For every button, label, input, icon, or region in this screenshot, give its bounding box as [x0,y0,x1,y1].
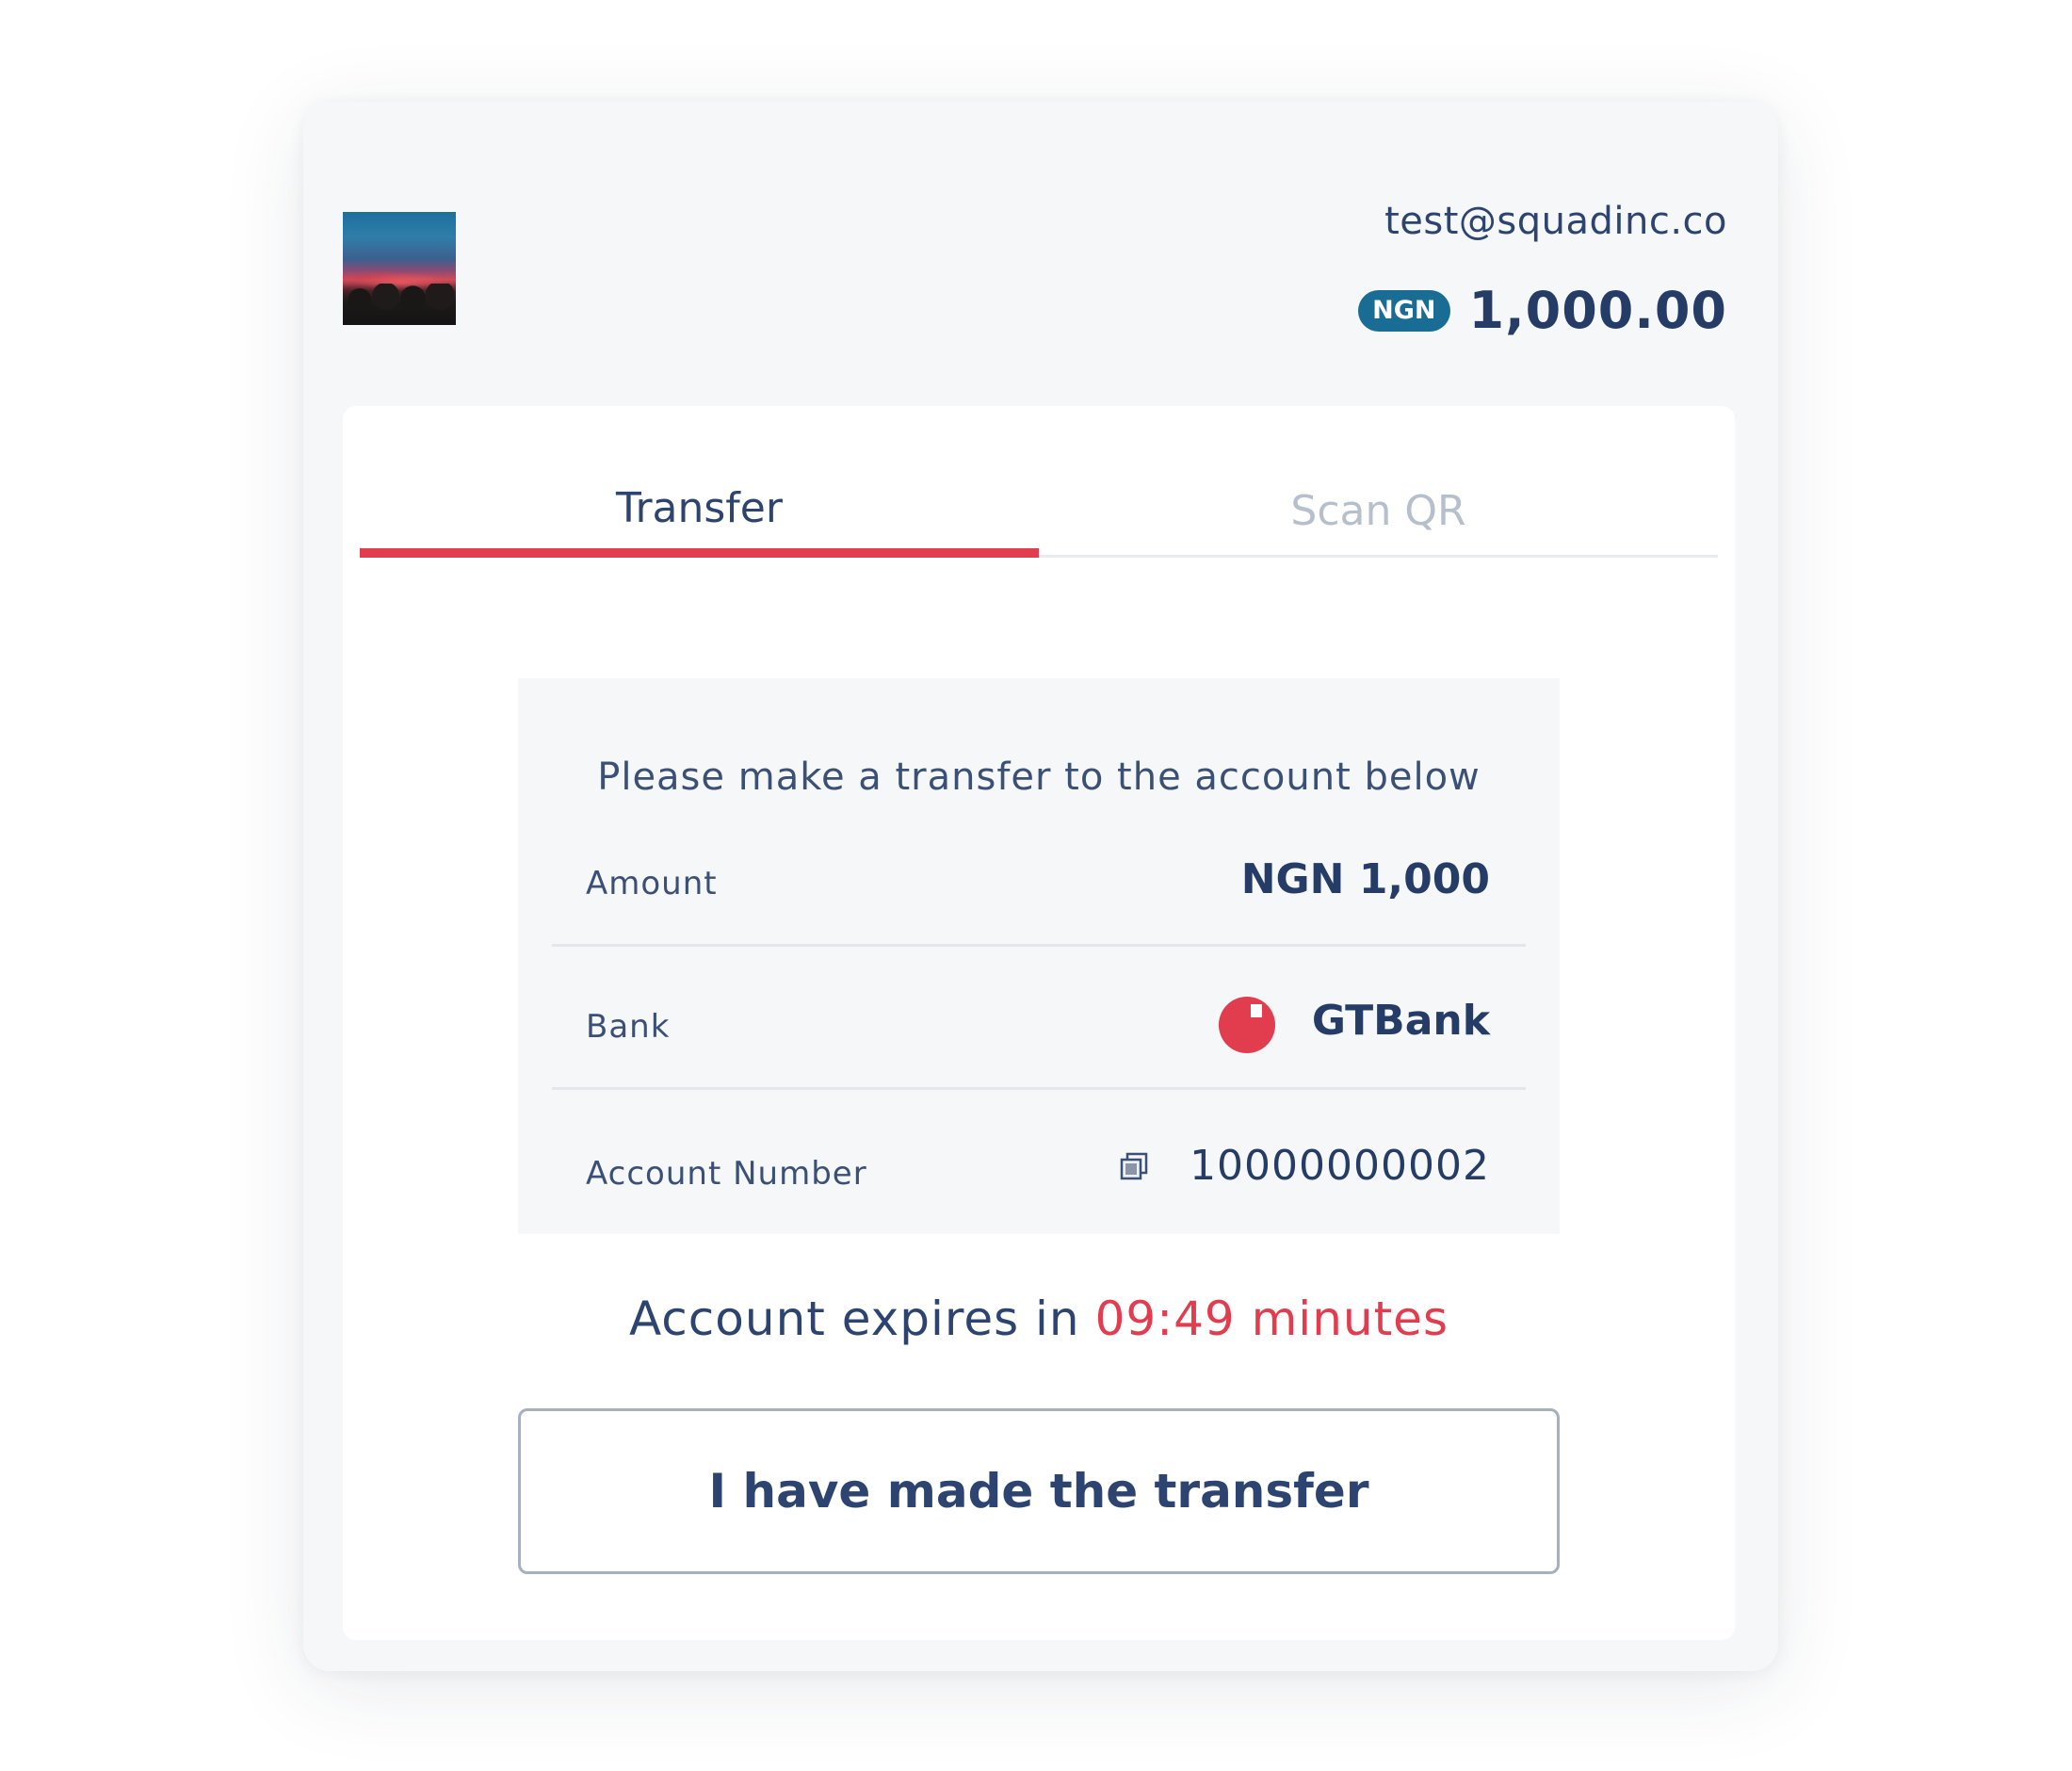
copy-icon-graphic [1120,1152,1148,1180]
payment-modal: test@squadinc.co NGN 1,000.00 Transfer S… [303,102,1778,1671]
tab-transfer[interactable]: Transfer [360,476,1039,558]
merchant-email: test@squadinc.co [1384,200,1727,243]
header-amount: 1,000.00 [1468,281,1727,340]
amount-value: NGN 1,000 [1240,855,1490,903]
expiry-label: Account expires in [628,1292,1080,1346]
header-amount-row: NGN 1,000.00 [1358,281,1727,340]
account-number-label: Account Number [586,1155,867,1193]
account-number-row: Account Number 10000000002 [552,1087,1526,1234]
confirm-transfer-button[interactable]: I have made the transfer [518,1408,1560,1574]
payment-method-tabs: Transfer Scan QR [360,476,1718,558]
currency-badge: NGN [1358,289,1450,332]
expiry-countdown: 09:49 minutes [1094,1292,1449,1346]
amount-label: Amount [586,865,718,902]
account-number-value: 10000000002 [1190,1142,1490,1190]
bank-value: GTBank [1311,997,1490,1045]
gtbank-logo-icon [1219,997,1275,1053]
merchant-logo-trees [343,284,456,325]
tab-scan-qr[interactable]: Scan QR [1039,476,1718,555]
merchant-logo [343,212,456,325]
transfer-instruction: Please make a transfer to the account be… [597,756,1481,799]
payment-card: Transfer Scan QR Please make a transfer … [343,406,1735,1640]
amount-row: Amount NGN 1,000 [552,801,1526,947]
account-expiry: Account expires in 09:49 minutes [343,1292,1735,1346]
transfer-details-panel: Please make a transfer to the account be… [518,678,1560,1234]
bank-row: Bank GTBank [552,944,1526,1090]
copy-icon[interactable] [1119,1151,1149,1181]
bank-label: Bank [586,1008,671,1046]
